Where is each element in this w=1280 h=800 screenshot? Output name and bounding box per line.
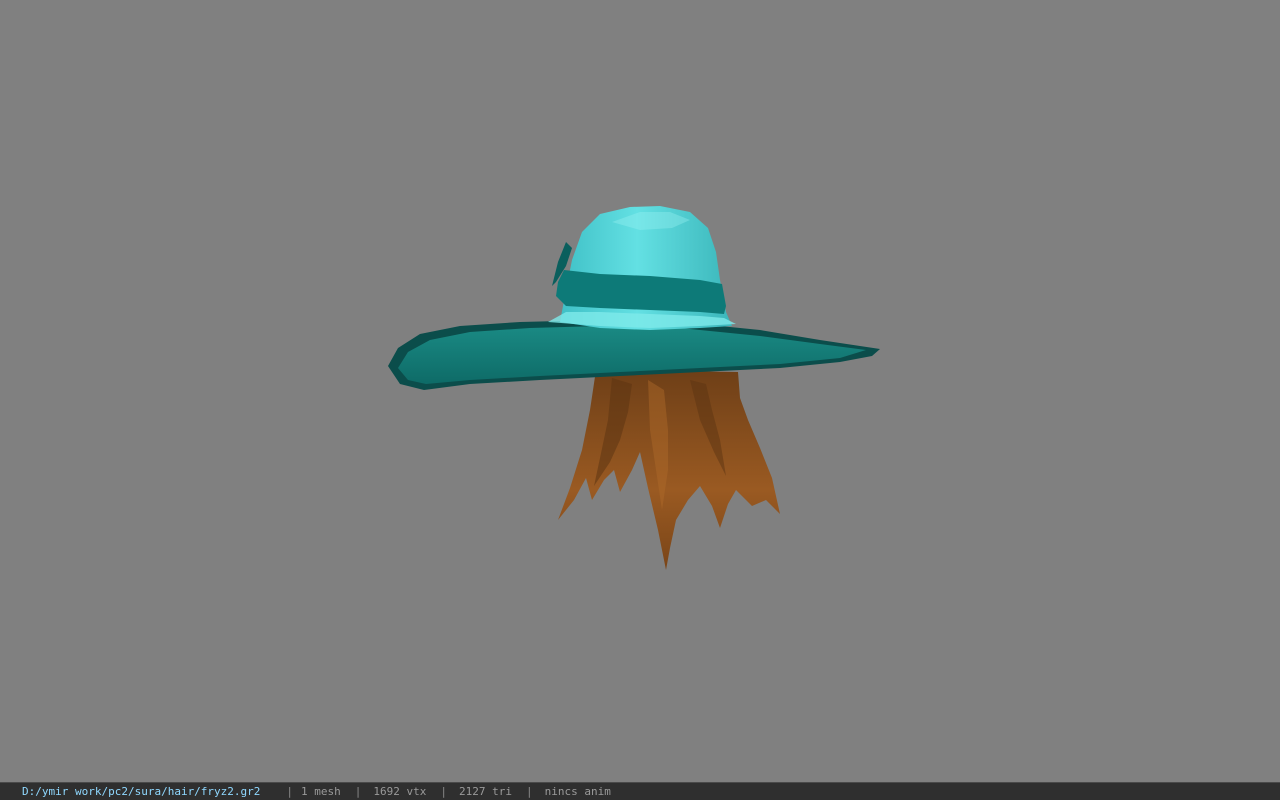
mesh-count-label: 1 mesh xyxy=(301,785,341,798)
model-preview xyxy=(388,206,880,570)
vertex-count-label: 1692 vtx xyxy=(373,785,427,798)
file-path-label: D:/ymir work/pc2/sura/hair/fryz2.gr2 xyxy=(22,785,261,798)
animation-status-label: nincs anim xyxy=(544,785,611,798)
status-separator: | xyxy=(354,785,362,798)
3d-viewport[interactable] xyxy=(0,0,1280,782)
triangle-count-label: 2127 tri xyxy=(459,785,513,798)
status-bar: D:/ymir work/pc2/sura/hair/fryz2.gr2 | 1… xyxy=(0,782,1280,800)
status-separator: | xyxy=(286,785,294,798)
status-separator: | xyxy=(526,785,533,798)
hair-mesh xyxy=(558,370,780,570)
status-separator: | xyxy=(440,785,448,798)
